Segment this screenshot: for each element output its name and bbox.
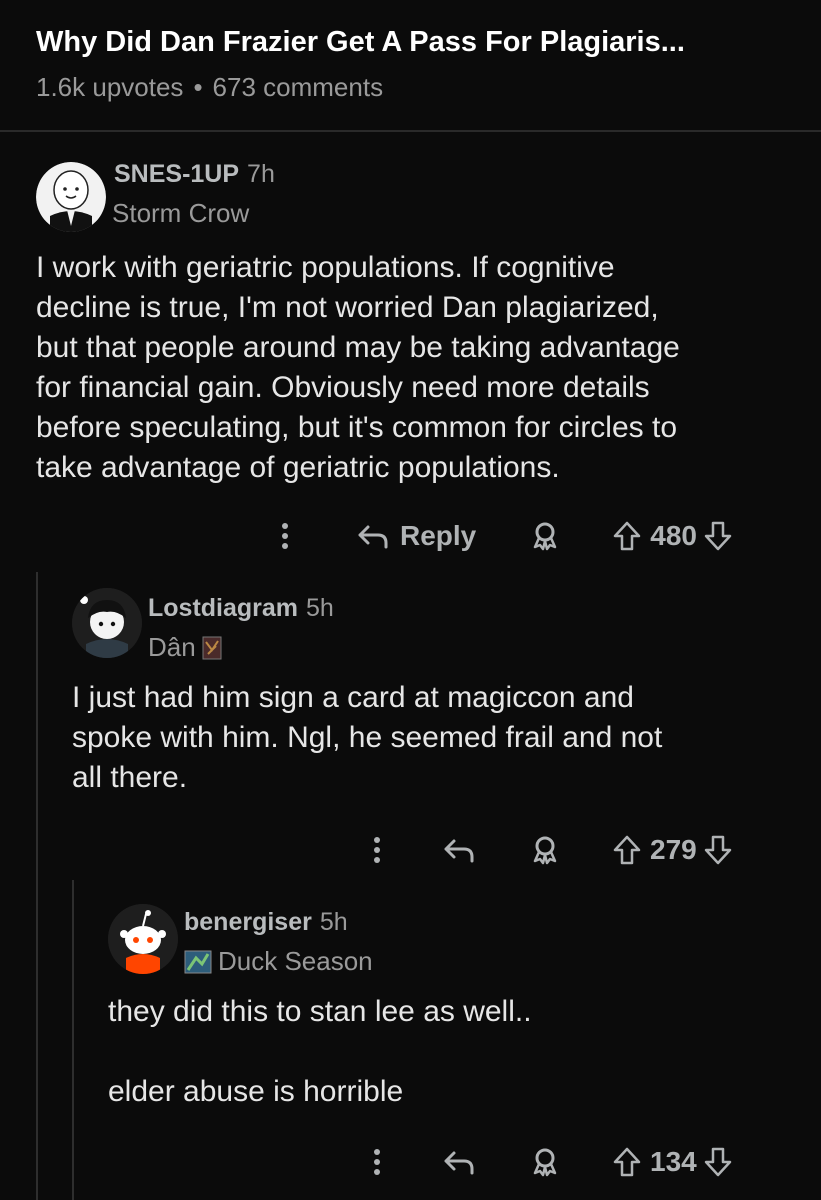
- comment-line: take advantage of geriatric populations.: [36, 451, 560, 484]
- comment-age: 7h: [247, 160, 275, 188]
- vote-score: 134: [650, 1146, 697, 1177]
- comment-line: I just had him sign a card at magiccon a…: [72, 681, 634, 714]
- flair-card-icon: [184, 950, 212, 974]
- comment-age: 5h: [319, 908, 348, 936]
- user-avatar-icon: [36, 162, 106, 232]
- comment-line: but that people around may be taking adv…: [36, 331, 680, 364]
- comment-username[interactable]: SNES-1UP 7h: [114, 160, 275, 189]
- comment-line: [108, 1032, 798, 1072]
- thread-line[interactable]: [36, 572, 38, 1200]
- upvote-arrow-icon[interactable]: [612, 834, 642, 866]
- comment-username[interactable]: benergiser 5h: [184, 908, 348, 937]
- downvote-arrow-icon[interactable]: [703, 520, 733, 552]
- downvote-arrow-icon[interactable]: [703, 834, 733, 866]
- downvote-arrow-icon[interactable]: [703, 1146, 733, 1178]
- comment-line: before speculating, but it's common for …: [36, 411, 678, 444]
- user-flair: Storm Crow: [112, 198, 250, 228]
- reply-arrow-icon[interactable]: [442, 835, 476, 865]
- award-icon[interactable]: [528, 833, 562, 867]
- comment-line: elder abuse is horrible: [108, 1075, 404, 1108]
- more-vertical-icon[interactable]: [362, 1144, 392, 1180]
- comment-body: I just had him sign a card at magiccon a…: [72, 678, 802, 798]
- comment-line: spoke with him. Ngl, he seemed frail and…: [72, 721, 663, 754]
- upvote-arrow-icon[interactable]: [612, 520, 642, 552]
- user-flair: Dân: [148, 632, 222, 663]
- post-header: Why Did Dan Frazier Get A Pass For Plagi…: [0, 0, 821, 132]
- user-avatar-icon: [72, 588, 142, 658]
- thread-line[interactable]: [72, 880, 74, 1200]
- reply-label: Reply: [400, 520, 477, 551]
- comment-actions: 134: [362, 1142, 733, 1182]
- upvote-count: 1.6k upvotes: [36, 72, 184, 102]
- post-title[interactable]: Why Did Dan Frazier Get A Pass For Plagi…: [36, 26, 685, 59]
- avatar[interactable]: [36, 162, 106, 232]
- comment-actions: Reply 480: [270, 516, 733, 556]
- user-avatar-icon: [108, 904, 178, 974]
- comment-count: 673 comments: [212, 72, 384, 102]
- reply-arrow-icon[interactable]: [442, 1147, 476, 1177]
- comment-username[interactable]: Lostdiagram 5h: [148, 594, 334, 623]
- comment-line: they did this to stan lee as well..: [108, 995, 532, 1028]
- vote-score: 279: [650, 834, 697, 865]
- vote-score: 480: [650, 520, 697, 551]
- award-icon[interactable]: [528, 1145, 562, 1179]
- upvote-arrow-icon[interactable]: [612, 1146, 642, 1178]
- comment-body: they did this to stan lee as well.. elde…: [108, 992, 798, 1112]
- meta-separator: •: [193, 72, 203, 102]
- comment-line: for financial gain. Obviously need more …: [36, 371, 650, 404]
- more-vertical-icon[interactable]: [362, 832, 392, 868]
- comment-line: all there.: [72, 761, 188, 794]
- avatar[interactable]: [108, 904, 178, 974]
- flair-card-icon: [202, 636, 222, 660]
- post-meta: 1.6k upvotes • 673 comments: [36, 72, 383, 103]
- comment-line: I work with geriatric populations. If co…: [36, 251, 615, 284]
- comment-age: 5h: [306, 594, 334, 622]
- reply-button[interactable]: Reply: [356, 520, 476, 552]
- avatar[interactable]: [72, 588, 142, 658]
- user-flair: Duck Season: [184, 946, 373, 977]
- comment-body: I work with geriatric populations. If co…: [36, 248, 806, 488]
- comment-line: decline is true, I'm not worried Dan pla…: [36, 291, 659, 324]
- more-vertical-icon[interactable]: [270, 518, 300, 554]
- reply-arrow-icon: [356, 521, 390, 551]
- comment-actions: 279: [362, 830, 733, 870]
- award-icon[interactable]: [528, 519, 562, 553]
